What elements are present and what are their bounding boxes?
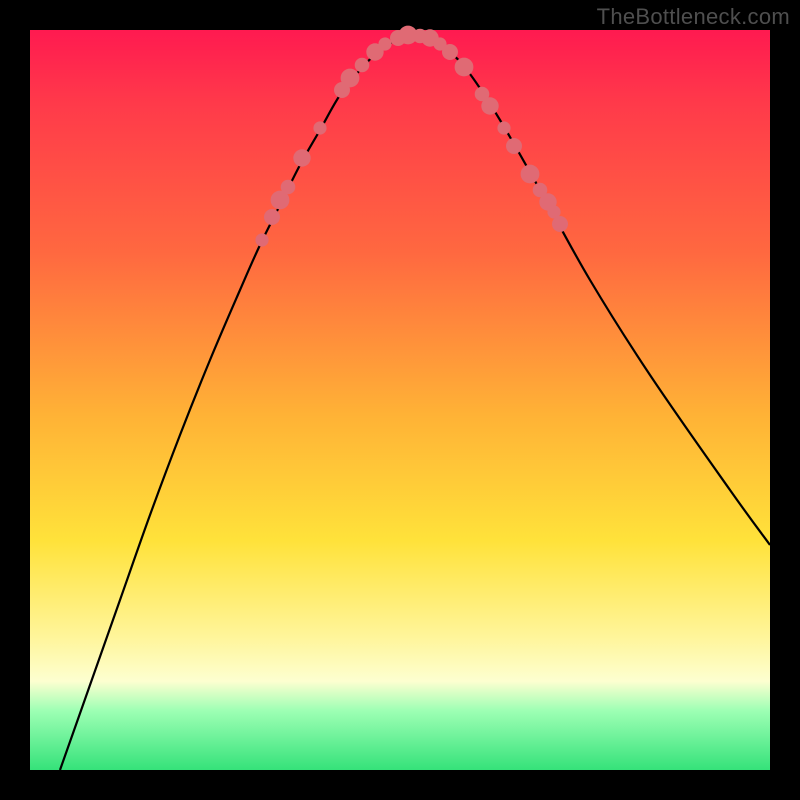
marker-dot (255, 233, 268, 246)
curve-svg (30, 30, 770, 770)
marker-dot (281, 180, 296, 195)
marker-dot (442, 44, 458, 60)
marker-dot (481, 97, 498, 114)
marker-dot (497, 121, 510, 134)
plot-area (30, 30, 770, 770)
marker-dot (378, 37, 391, 50)
marker-dot (552, 216, 568, 232)
marker-dot (264, 209, 280, 225)
marker-dot (355, 58, 370, 73)
chart-frame: TheBottleneck.com (0, 0, 800, 800)
marker-dot (506, 138, 522, 154)
marker-dot (455, 58, 474, 77)
marker-dot (521, 165, 540, 184)
watermark-text: TheBottleneck.com (597, 4, 790, 30)
marker-group (255, 26, 568, 247)
marker-dot (293, 149, 310, 166)
marker-dot (341, 69, 360, 88)
marker-dot (313, 121, 326, 134)
bottleneck-curve-path (60, 35, 770, 770)
